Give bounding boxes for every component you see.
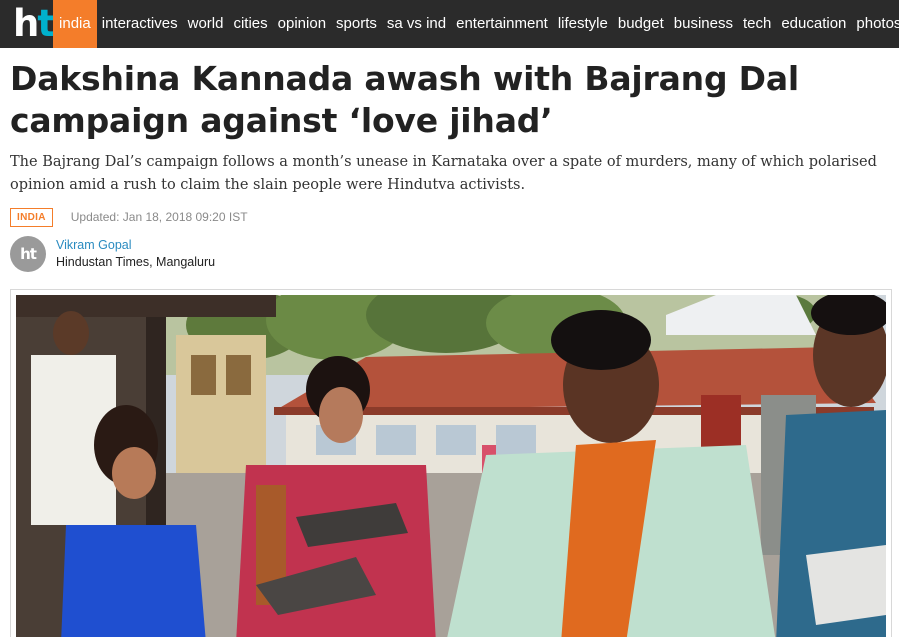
article-summary: The Bajrang Dal’s campaign follows a mon… — [10, 154, 877, 193]
headline-line-1: Dakshina Kannada awash with Bajrang Dal — [10, 59, 800, 98]
nav-item-world[interactable]: world — [183, 0, 229, 48]
logo-t: t — [37, 2, 55, 45]
lead-photo-frame — [10, 289, 892, 637]
author-link[interactable]: Vikram Gopal — [56, 237, 215, 254]
nav-item-india[interactable]: india — [53, 0, 97, 48]
logo-h: h — [13, 2, 39, 45]
nav-item-lifestyle[interactable]: lifestyle — [553, 0, 613, 48]
nav-item-cities[interactable]: cities — [228, 0, 272, 48]
nav-item-education[interactable]: education — [776, 0, 851, 48]
nav-item-sa-vs-ind[interactable]: sa vs ind — [382, 0, 451, 48]
nav-item-business[interactable]: business — [669, 0, 738, 48]
top-nav: ht india interactives world cities opini… — [0, 0, 899, 48]
avatar-logo-text: ht — [20, 245, 37, 263]
byline: ht Vikram Gopal Hindustan Times, Mangalu… — [10, 236, 215, 272]
article-headline: Dakshina Kannada awash with Bajrang Dal … — [10, 58, 890, 142]
section-tag[interactable]: INDIA — [10, 207, 53, 227]
nav-item-sports[interactable]: sports — [331, 0, 382, 48]
lead-photo — [16, 295, 886, 637]
author-avatar: ht — [10, 236, 46, 272]
nav-item-opinion[interactable]: opinion — [273, 0, 331, 48]
author-block: Vikram Gopal Hindustan Times, Mangaluru — [56, 237, 215, 271]
article-meta: INDIA Updated: Jan 18, 2018 09:20 IST — [10, 207, 248, 227]
nav-item-budget[interactable]: budget — [613, 0, 669, 48]
nav-item-tech[interactable]: tech — [738, 0, 776, 48]
nav-item-entertainment[interactable]: entertainment — [451, 0, 553, 48]
headline-line-2: campaign against ‘love jihad’ — [10, 101, 553, 140]
author-affiliation: Hindustan Times, Mangaluru — [56, 255, 216, 269]
nav-item-interactives[interactable]: interactives — [97, 0, 183, 48]
ht-logo[interactable]: ht — [0, 0, 55, 48]
nav-item-photos[interactable]: photos — [851, 0, 899, 48]
updated-timestamp: Updated: Jan 18, 2018 09:20 IST — [70, 210, 248, 224]
